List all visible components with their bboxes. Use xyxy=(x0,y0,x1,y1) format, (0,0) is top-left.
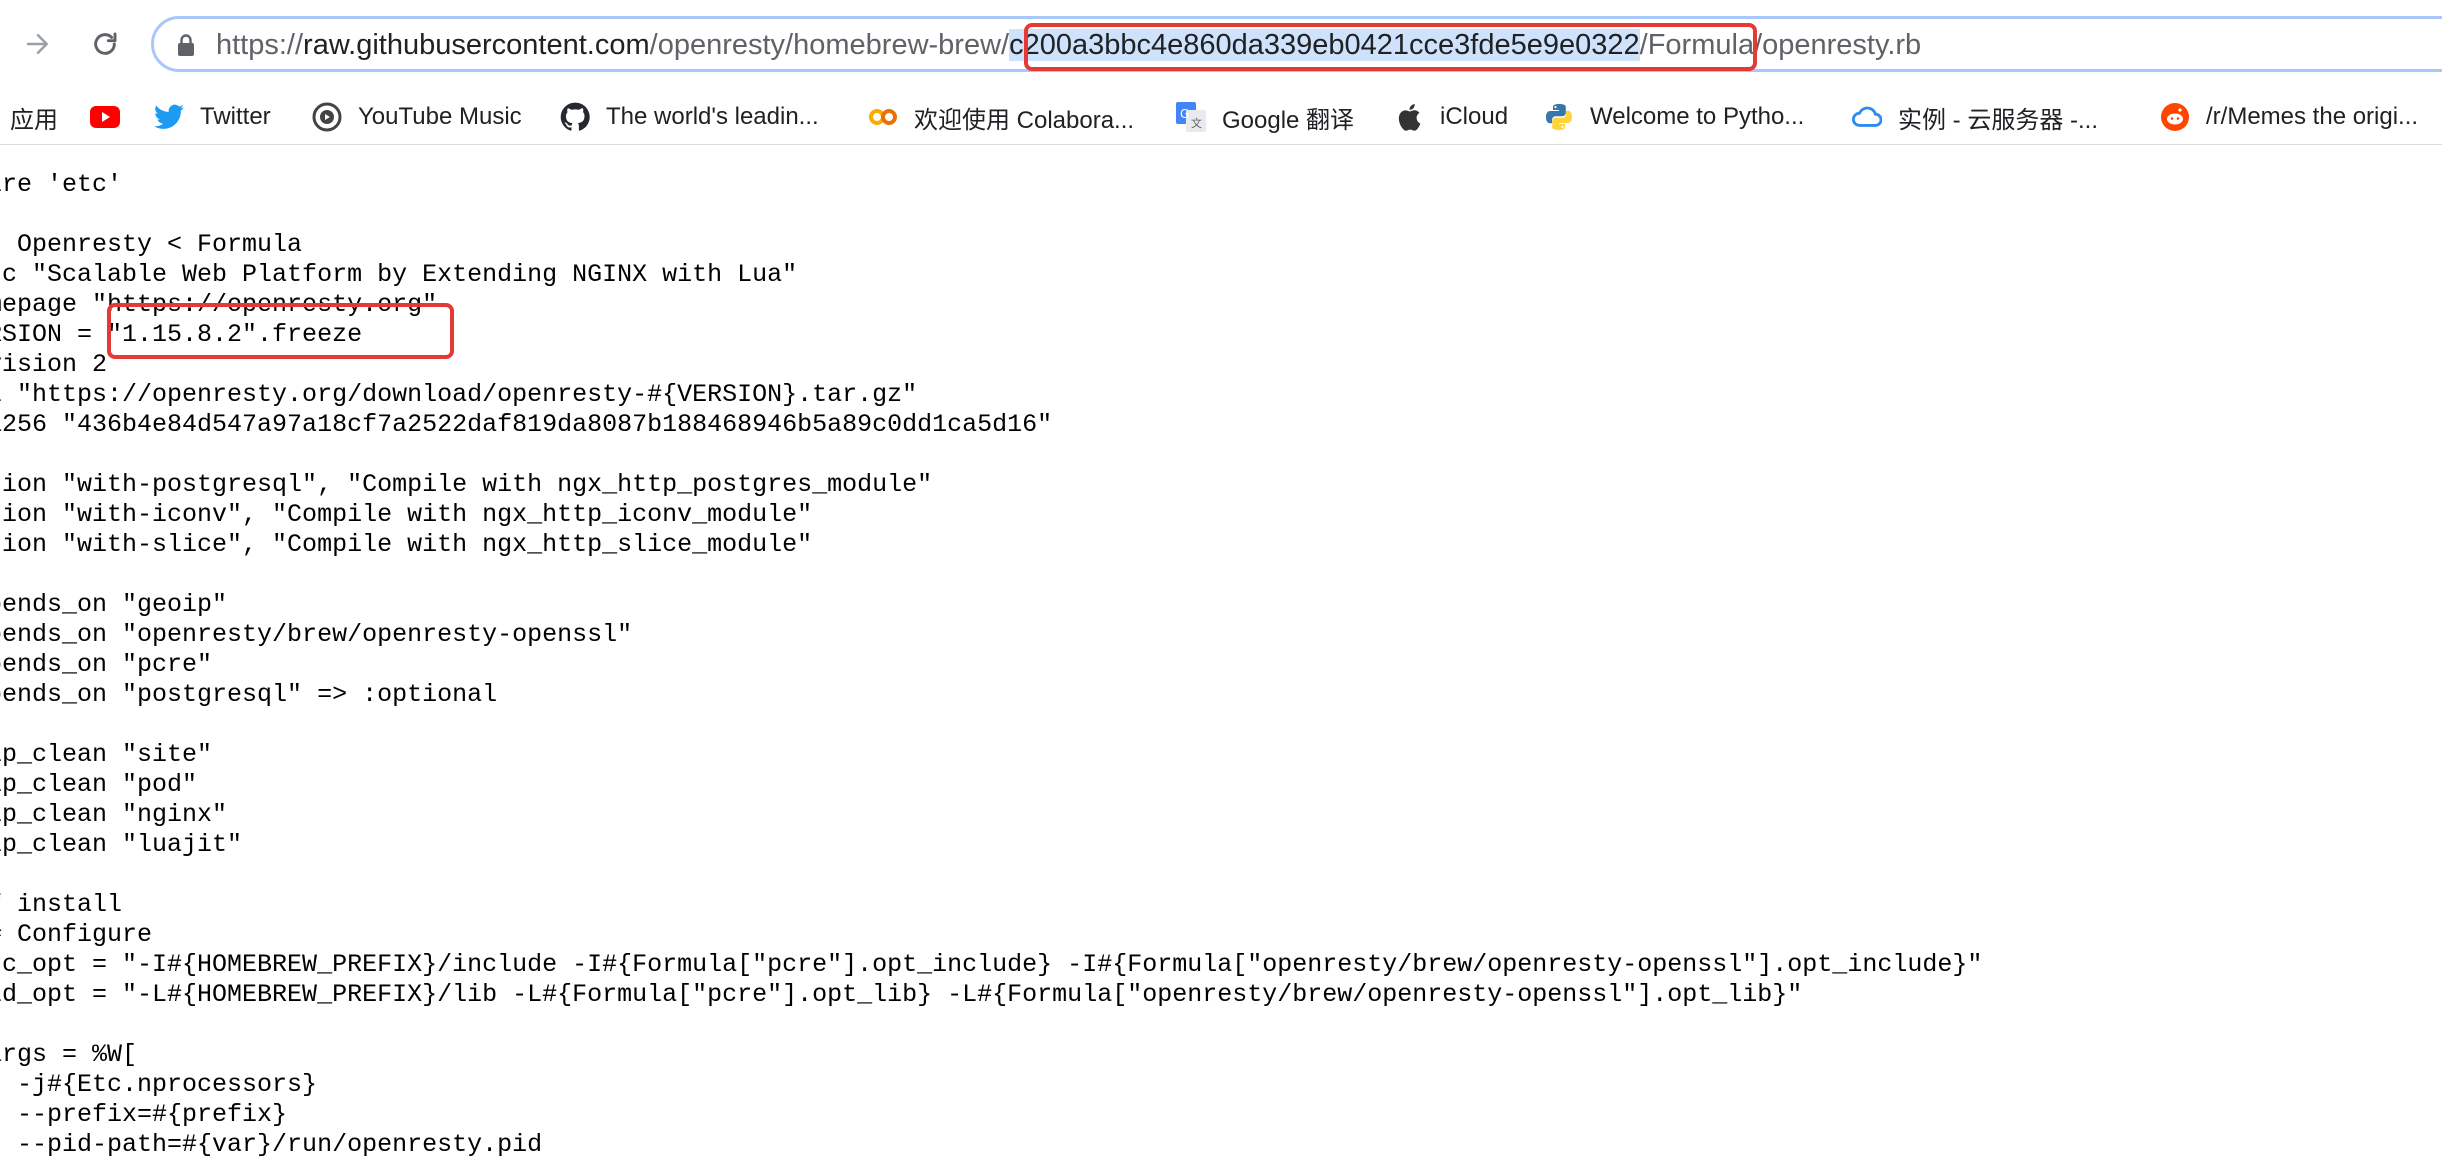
bookmark-label: The world's leadin... xyxy=(606,103,819,130)
code-line: homepage "https://openresty.org" xyxy=(0,290,438,319)
code-line: --prefix=#{prefix} xyxy=(17,1100,288,1129)
bookmark-label: Welcome to Pytho... xyxy=(1590,103,1805,130)
youtube-icon xyxy=(90,102,120,132)
url-text[interactable]: https://raw.githubusercontent.com/openre… xyxy=(216,28,1921,62)
url-path: /openresty/homebrew-brew/ xyxy=(649,29,1010,61)
code-line: revision 2 xyxy=(0,350,108,379)
code-line: option "with-slice", "Compile with ngx_h… xyxy=(0,530,813,559)
bookmark-github[interactable]: The world's leadin... xyxy=(560,89,819,145)
url-scheme: https:// xyxy=(216,29,304,61)
code-line: skip_clean "pod" xyxy=(0,770,198,799)
colab-icon xyxy=(868,102,898,132)
code-line: class Openresty < Formula xyxy=(0,230,303,259)
raw-file-content: require 'etc' class Openresty < Formula … xyxy=(0,170,1982,1160)
bookmarks-bar: 应用 Twitter YouTube Music The world's lea… xyxy=(0,89,2442,145)
bookmark-youtube-music[interactable]: YouTube Music xyxy=(312,89,522,145)
reddit-icon xyxy=(2160,102,2190,132)
code-line: require 'etc' xyxy=(0,170,123,199)
code-line: skip_clean "luajit" xyxy=(0,830,243,859)
bookmark-google-translate[interactable]: G文 Google 翻译 xyxy=(1176,89,1354,145)
bookmark-python[interactable]: Welcome to Pytho... xyxy=(1544,89,1804,145)
code-line: option "with-postgresql", "Compile with … xyxy=(0,470,933,499)
code-line: # Configure xyxy=(0,920,153,949)
url-host: raw.githubusercontent.com xyxy=(303,29,650,61)
bookmark-icloud[interactable]: iCloud xyxy=(1394,89,1508,145)
bookmark-label: 实例 - 云服务器 -... xyxy=(1898,106,2098,134)
google-translate-icon: G文 xyxy=(1176,102,1206,132)
bookmark-youtube[interactable] xyxy=(90,89,136,145)
svg-text:G: G xyxy=(1180,107,1189,121)
code-line: url "https://openresty.org/download/open… xyxy=(0,380,918,409)
svg-text:文: 文 xyxy=(1191,116,1202,130)
code-line: VERSION = "1.15.8.2".freeze xyxy=(0,320,363,349)
code-line: skip_clean "nginx" xyxy=(0,800,228,829)
code-line: option "with-iconv", "Compile with ngx_h… xyxy=(0,500,813,529)
bookmark-label: YouTube Music xyxy=(358,103,522,130)
code-line: skip_clean "site" xyxy=(0,740,213,769)
code-line: depends_on "pcre" xyxy=(0,650,213,679)
bookmark-cloud-server[interactable]: 实例 - 云服务器 -... xyxy=(1852,89,2098,145)
code-line: depends_on "geoip" xyxy=(0,590,228,619)
lock-icon xyxy=(176,33,196,62)
bookmark-label: /r/Memes the origi... xyxy=(2206,103,2419,130)
code-line: ld_opt = "-L#{HOMEBREW_PREFIX}/lib -L#{F… xyxy=(0,980,1803,1009)
reload-icon xyxy=(94,32,117,55)
reload-button[interactable] xyxy=(79,18,131,70)
code-line: cc_opt = "-I#{HOMEBREW_PREFIX}/include -… xyxy=(0,950,1983,979)
bookmark-apps[interactable]: 应用 xyxy=(10,89,58,145)
bookmark-label: 应用 xyxy=(10,106,58,134)
code-line: def install xyxy=(0,890,123,919)
code-line: args = %W[ xyxy=(0,1040,138,1069)
address-bar[interactable]: https://raw.githubusercontent.com/openre… xyxy=(151,16,2442,72)
python-icon xyxy=(1544,102,1574,132)
apple-icon xyxy=(1394,102,1424,132)
bookmark-colab[interactable]: 欢迎使用 Colabora... xyxy=(868,89,1134,145)
arrow-right-icon xyxy=(26,34,48,54)
forward-button[interactable] xyxy=(12,18,64,70)
bookmark-label: 欢迎使用 Colabora... xyxy=(914,106,1135,134)
bookmark-twitter[interactable]: Twitter xyxy=(154,89,271,145)
bookmark-reddit-memes[interactable]: /r/Memes the origi... xyxy=(2160,89,2418,145)
url-path-tail: /Formula/openresty.rb xyxy=(1639,29,1922,61)
code-line: -j#{Etc.nprocessors} xyxy=(17,1070,318,1099)
cloud-icon xyxy=(1852,102,1882,132)
code-line: --pid-path=#{var}/run/openresty.pid xyxy=(17,1130,543,1159)
code-line: sha256 "436b4e84d547a97a18cf7a2522daf819… xyxy=(0,410,1053,439)
browser-toolbar: https://raw.githubusercontent.com/openre… xyxy=(0,0,2442,89)
bookmark-label: Twitter xyxy=(200,103,271,130)
code-line: depends_on "postgresql" => :optional xyxy=(0,680,498,709)
youtube-music-icon xyxy=(312,102,342,132)
url-commit-hash: c200a3bbc4e860da339eb0421cce3fde5e9e0322 xyxy=(1009,29,1640,61)
bookmark-label: iCloud xyxy=(1440,103,1509,130)
code-line: depends_on "openresty/brew/openresty-ope… xyxy=(0,620,633,649)
bookmark-label: Google 翻译 xyxy=(1222,106,1355,134)
code-line: desc "Scalable Web Platform by Extending… xyxy=(0,260,798,289)
twitter-icon xyxy=(154,102,184,132)
github-icon xyxy=(560,102,590,132)
